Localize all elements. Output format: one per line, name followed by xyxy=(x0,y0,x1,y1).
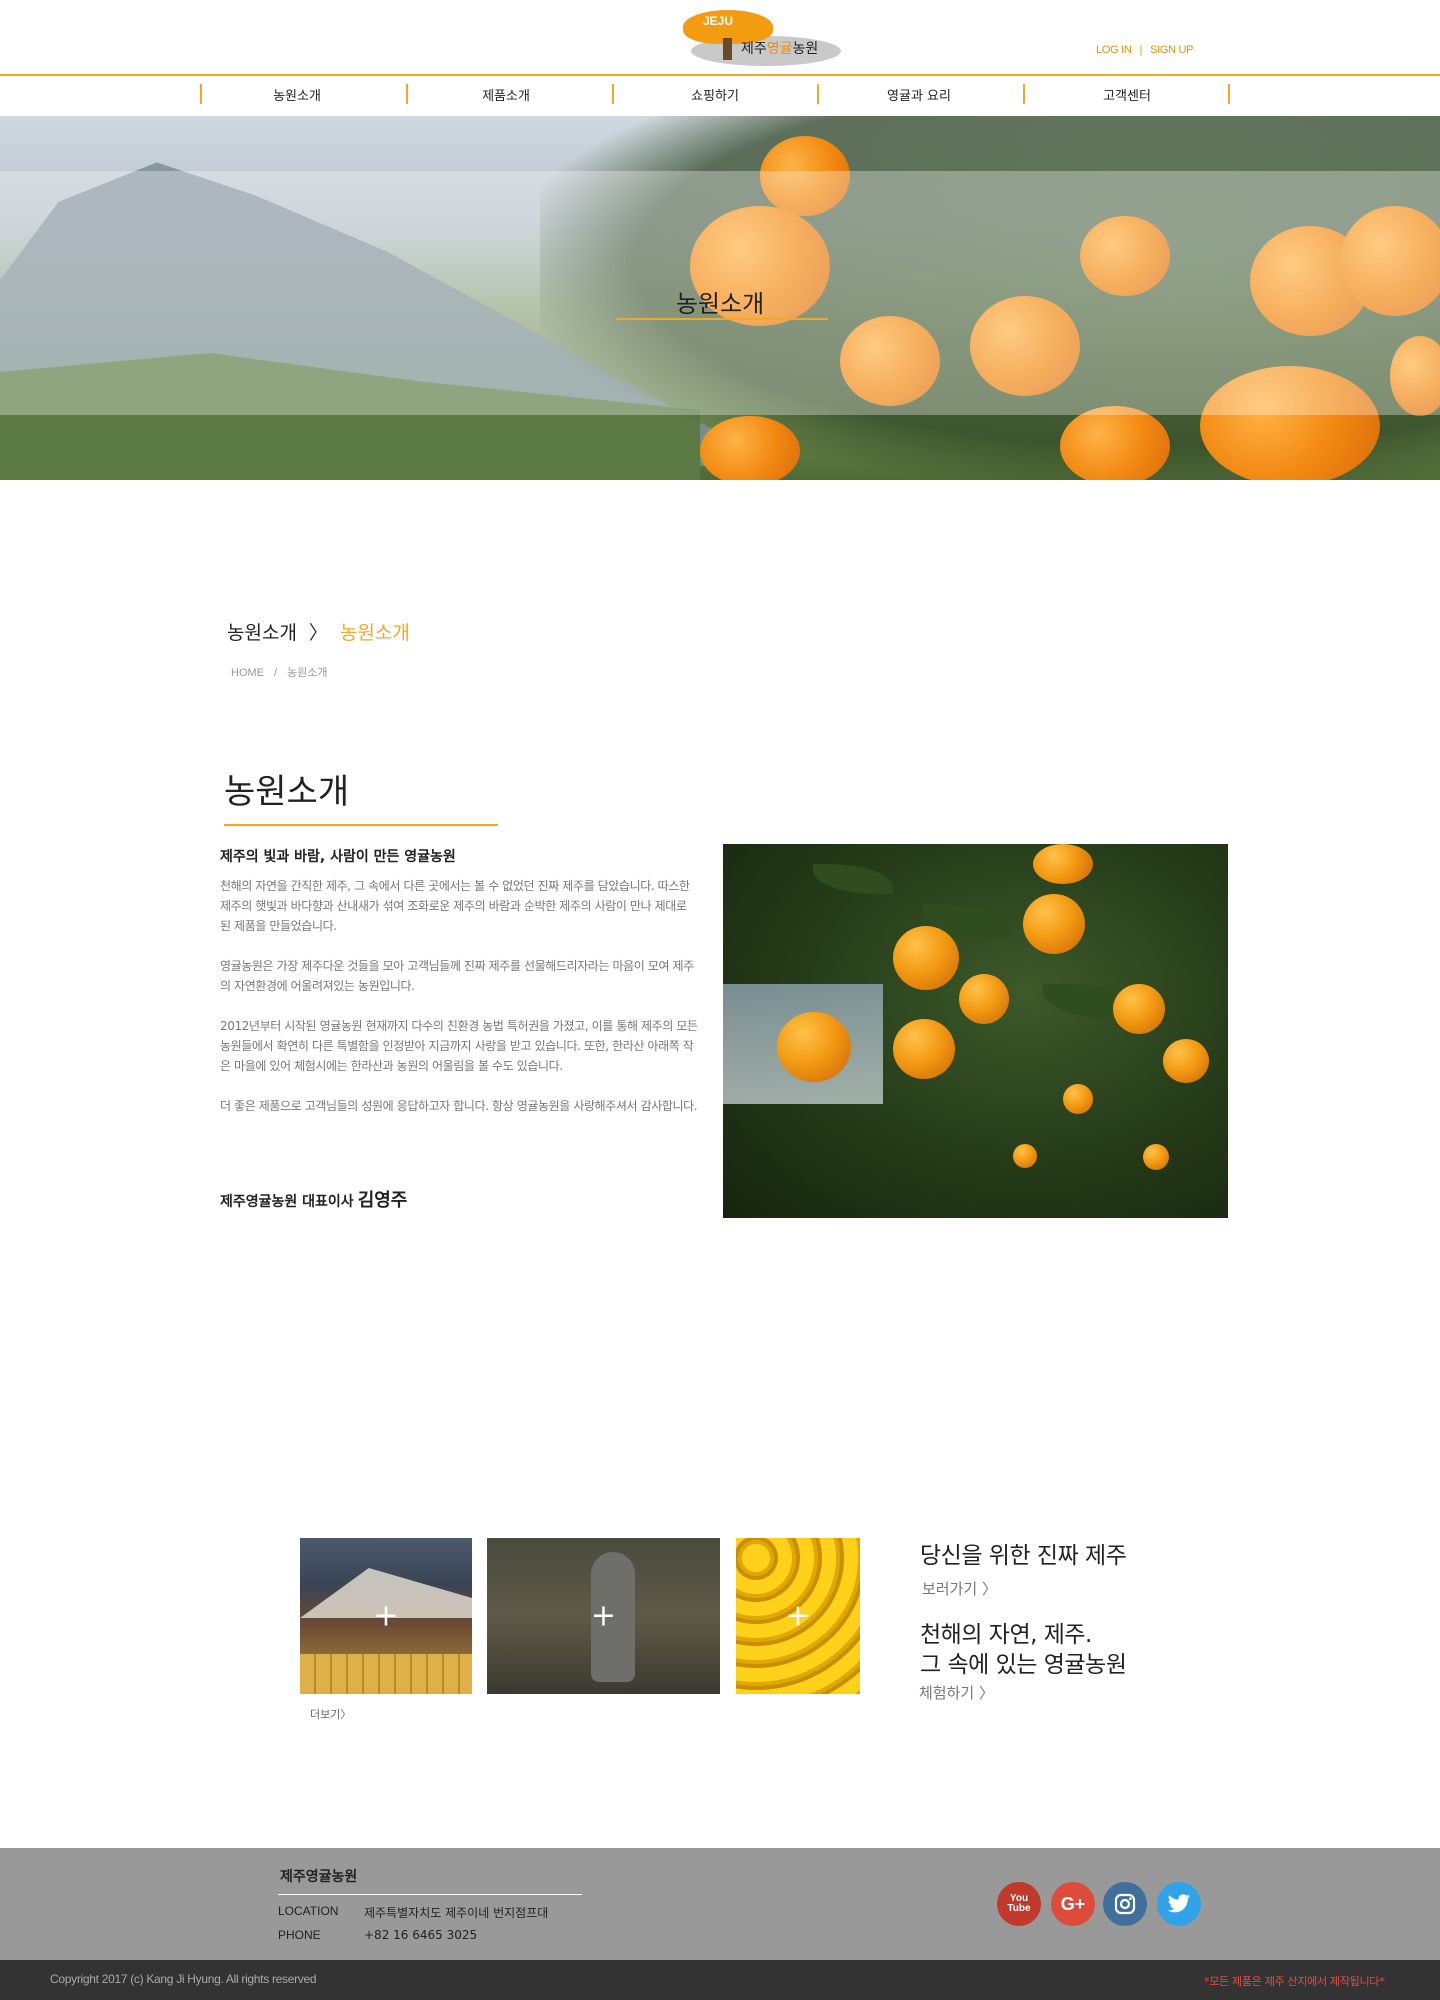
promo-headline-1: 당신을 위한 진짜 제주 xyxy=(920,1543,1127,1569)
footer-phone-value: +82 16 6465 3025 xyxy=(364,1928,478,1942)
footer-title: 제주영귤농원 xyxy=(280,1869,358,1885)
logo[interactable]: JEJU 제주영귤농원 xyxy=(683,6,841,68)
signup-link[interactable]: SIGN UP xyxy=(1150,44,1193,56)
breadcrumb: 농원소개 〉 농원소개 xyxy=(227,618,410,645)
footer-location-value: 제주특별자치도 제주이네 번지점프대 xyxy=(364,1906,549,1920)
hero-orange xyxy=(700,416,800,480)
youtube-icon[interactable]: You Tube xyxy=(997,1882,1041,1926)
photo-orange xyxy=(1143,1144,1169,1170)
auth-separator: | xyxy=(1139,44,1143,56)
plus-icon: + xyxy=(373,1598,399,1634)
breadcrumb-path-current: 농원소개 xyxy=(287,667,328,679)
logo-tree-trunk xyxy=(723,38,732,60)
gallery-item-store[interactable]: + xyxy=(300,1538,472,1694)
breadcrumb-path: HOME / 농원소개 xyxy=(231,664,328,680)
breadcrumb-parent[interactable]: 농원소개 xyxy=(227,622,297,644)
photo-orange xyxy=(1113,984,1165,1034)
intro-paragraph: 2012년부터 시작된 영귤농원 현재까지 다수의 친환경 농법 특허권을 가졌… xyxy=(220,1019,698,1073)
photo-leaf xyxy=(813,864,893,894)
signature-title: 제주영귤농원 대표이사 xyxy=(220,1194,354,1210)
nav-item-products[interactable]: 제품소개 xyxy=(403,86,609,108)
site-footer: 제주영귤농원 LOCATION 제주특별자치도 제주이네 번지점프대 PHONE… xyxy=(0,1848,1440,1960)
promo-headline-2-line1: 천해의 자연, 제주. xyxy=(920,1622,1092,1648)
intro-paragraph: 더 좋은 제품으로 고객님들의 성원에 응답하고자 합니다. 항상 영귤농원을 … xyxy=(220,1099,698,1113)
gallery-store-boxes xyxy=(300,1654,472,1694)
photo-orange xyxy=(893,1019,955,1079)
footer-location-label: LOCATION xyxy=(278,1904,339,1918)
hero-title-underline xyxy=(616,318,828,320)
site-header: JEJU 제주영귤농원 LOG IN | SIGN UP xyxy=(0,0,1440,76)
photo-orange xyxy=(1063,1084,1093,1114)
logo-name: 제주영귤농원 xyxy=(741,38,818,58)
tangerine-photo xyxy=(723,844,1228,1218)
logo-name-suffix: 농원 xyxy=(792,41,819,57)
instagram-glyph xyxy=(1114,1893,1136,1915)
photo-orange xyxy=(1163,1039,1209,1083)
photo-orange xyxy=(959,974,1009,1024)
plus-icon: + xyxy=(785,1598,811,1634)
breadcrumb-path-separator: / xyxy=(274,667,278,679)
logo-badge: JEJU xyxy=(703,14,734,28)
login-link[interactable]: LOG IN xyxy=(1096,44,1132,56)
section-title-underline xyxy=(224,824,498,826)
plus-icon: + xyxy=(590,1598,617,1634)
twitter-icon[interactable] xyxy=(1157,1882,1201,1926)
copyright-text: Copyright 2017 (c) Kang Ji Hyung. All ri… xyxy=(50,1972,317,1986)
intro-paragraph: 영귤농원은 가장 제주다운 것들을 모아 고객님들께 진짜 제주를 선물해드리자… xyxy=(220,959,694,993)
hero-orange xyxy=(1060,406,1170,480)
footer-phone-label: PHONE xyxy=(278,1928,321,1942)
nav-divider xyxy=(1228,84,1230,104)
hero-banner: 농원소개 xyxy=(0,116,1440,480)
intro-paragraph: 천해의 자연을 간직한 제주, 그 속에서 다른 곳에서는 볼 수 없었던 진짜… xyxy=(220,879,690,933)
ceo-signature: 제주영귤농원 대표이사 김영주 xyxy=(220,1186,407,1212)
photo-orange xyxy=(1033,844,1093,884)
gallery-item-statue[interactable]: + xyxy=(487,1538,720,1694)
main-nav: 농원소개 제품소개 쇼핑하기 영귤과 요리 고객센터 xyxy=(0,78,1440,116)
twitter-bird-glyph xyxy=(1167,1894,1191,1913)
origin-notice: *모든 제품은 제주 산지에서 제작됩니다* xyxy=(1204,1975,1385,1988)
photo-orange xyxy=(1013,1144,1037,1168)
nav-item-farm-intro[interactable]: 농원소개 xyxy=(194,86,400,108)
gallery-more-link[interactable]: 더보기〉 xyxy=(310,1706,351,1722)
auth-links: LOG IN | SIGN UP xyxy=(1096,44,1194,56)
photo-orange xyxy=(1023,894,1085,954)
promo-link-view[interactable]: 보러가기 〉 xyxy=(922,1578,997,1599)
promo-link-experience[interactable]: 체험하기 〉 xyxy=(919,1682,994,1703)
instagram-icon[interactable] xyxy=(1103,1882,1147,1926)
breadcrumb-current: 농원소개 xyxy=(339,622,410,644)
nav-item-shopping[interactable]: 쇼핑하기 xyxy=(612,86,818,108)
photo-orange xyxy=(893,926,959,990)
hero-title: 농원소개 xyxy=(675,290,765,318)
breadcrumb-home-link[interactable]: HOME xyxy=(231,667,264,679)
google-plus-icon[interactable]: G+ xyxy=(1051,1882,1095,1926)
nav-item-customer-center[interactable]: 고객센터 xyxy=(1024,86,1230,108)
breadcrumb-arrow: 〉 xyxy=(308,622,328,644)
copyright-bar: Copyright 2017 (c) Kang Ji Hyung. All ri… xyxy=(0,1960,1440,2000)
section-body: 천해의 자연을 간직한 제주, 그 속에서 다른 곳에서는 볼 수 없었던 진짜… xyxy=(220,876,700,1136)
section-subtitle: 제주의 빛과 바람, 사람이 만든 영귤농원 xyxy=(220,849,456,865)
section-title: 농원소개 xyxy=(224,772,350,812)
signature-name: 김영주 xyxy=(357,1190,408,1211)
logo-name-prefix: 제주 xyxy=(741,41,767,57)
footer-divider xyxy=(278,1894,582,1895)
nav-item-recipes[interactable]: 영귤과 요리 xyxy=(816,86,1022,108)
logo-name-highlight: 영귤 xyxy=(766,41,793,57)
photo-orange xyxy=(777,1012,851,1082)
promo-headline-2-line2: 그 속에 있는 영귤농원 xyxy=(920,1652,1127,1678)
promo-headline-2: 천해의 자연, 제주. 그 속에 있는 영귤농원 xyxy=(920,1620,1127,1680)
gallery-item-tangerines[interactable]: + xyxy=(736,1538,860,1694)
